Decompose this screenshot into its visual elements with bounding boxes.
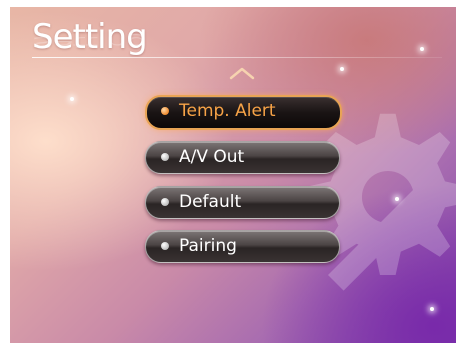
dot-icon (161, 242, 169, 250)
sparkle-icon (420, 47, 424, 51)
page-title-reflection: Setting (32, 33, 147, 51)
menu-item-pairing[interactable]: Pairing (145, 230, 340, 263)
sparkle-icon (395, 197, 399, 201)
menu-item-label: Temp. Alert (179, 101, 276, 121)
menu-item-label: Default (179, 192, 242, 212)
dot-icon (161, 107, 169, 115)
menu-item-av-out[interactable]: A/V Out (145, 141, 340, 174)
settings-screen: Setting Setting Temp. Alert A/V Out Defa… (10, 7, 456, 343)
title-divider (32, 57, 442, 58)
sparkle-icon (430, 307, 434, 311)
dot-icon (161, 153, 169, 161)
dot-icon (161, 198, 169, 206)
menu-item-default[interactable]: Default (145, 186, 340, 219)
sparkle-icon (70, 97, 74, 101)
chevron-up-icon[interactable] (228, 65, 256, 81)
device-frame: Setting Setting Temp. Alert A/V Out Defa… (0, 0, 466, 351)
sparkle-icon (340, 67, 344, 71)
menu-item-label: A/V Out (179, 147, 245, 167)
menu-item-temp-alert[interactable]: Temp. Alert (145, 95, 342, 130)
menu-item-label: Pairing (179, 236, 237, 256)
